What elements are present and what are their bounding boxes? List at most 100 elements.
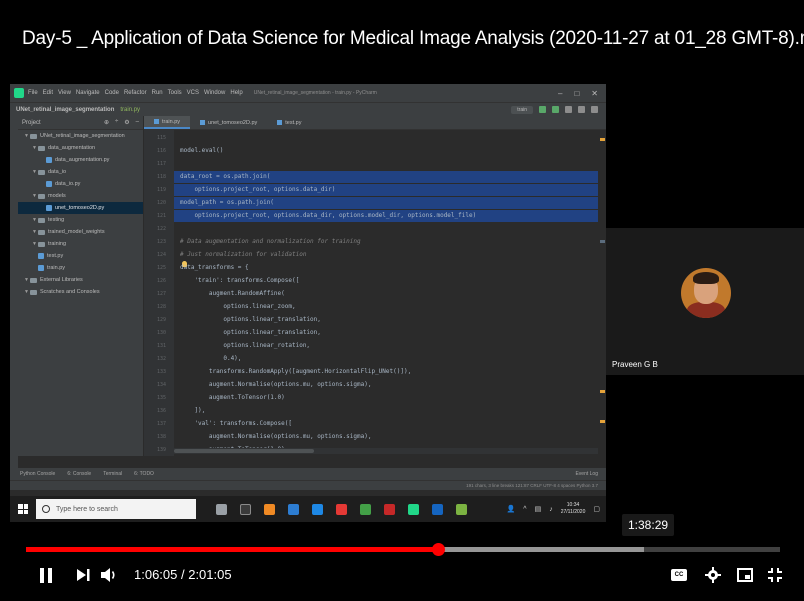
tree-folder[interactable]: ▼ data_io xyxy=(18,166,143,178)
code-line[interactable]: data_transforms = { xyxy=(174,262,598,274)
tree-folder[interactable]: ▼ External Libraries xyxy=(18,274,143,286)
event-log-button[interactable]: Event Log xyxy=(575,471,606,477)
code-line[interactable]: options.linear_zoom, xyxy=(174,301,598,313)
code-line[interactable]: options.linear_translation, xyxy=(174,327,598,339)
progress-bar[interactable] xyxy=(26,543,780,556)
scrubber-handle[interactable] xyxy=(431,543,445,556)
tree-folder[interactable]: ▼ trained_model_weights xyxy=(18,226,143,238)
warning-marker[interactable] xyxy=(600,420,605,423)
warning-marker[interactable] xyxy=(600,138,605,141)
app-icon[interactable] xyxy=(312,503,323,515)
code-line[interactable]: augment.Normalise(options.mu, options.si… xyxy=(174,379,598,391)
debug-icon[interactable] xyxy=(552,106,559,113)
terminal-button[interactable]: Terminal xyxy=(103,471,122,477)
project-panel-title[interactable]: Project xyxy=(22,120,41,126)
horizontal-scrollbar[interactable] xyxy=(174,448,598,454)
console-button[interactable]: 6: Console xyxy=(67,471,91,477)
video-player[interactable]: Day-5 _ Application of Data Science for … xyxy=(0,0,804,601)
code-line[interactable]: augment.ToTensor(1.0) xyxy=(174,392,598,404)
tree-folder[interactable]: ▼ data_augmentation xyxy=(18,142,143,154)
mic-icon[interactable] xyxy=(216,503,227,515)
todo-button[interactable]: 6: TODO xyxy=(134,471,154,477)
menu-tools[interactable]: Tools xyxy=(168,90,182,96)
code-line[interactable]: # Just normalization for validation xyxy=(174,249,598,261)
warning-marker[interactable] xyxy=(600,390,605,393)
code-line[interactable]: 'val': transforms.Compose([ xyxy=(174,418,598,430)
code-line[interactable]: model.eval() xyxy=(174,145,598,157)
menu-file[interactable]: File xyxy=(28,90,38,96)
tab-test-py[interactable]: test.py xyxy=(267,116,311,129)
code-line[interactable]: augment.Normalise(options.mu, options.si… xyxy=(174,431,598,443)
locate-icon[interactable]: ⊕ xyxy=(104,119,109,126)
app-icon[interactable] xyxy=(456,503,467,515)
app-icon[interactable] xyxy=(384,503,395,515)
volume-icon[interactable]: ♪ xyxy=(549,506,553,513)
code-line[interactable]: options.linear_translation, xyxy=(174,314,598,326)
code-editor[interactable]: model.eval() data_root = os.path.join( op… xyxy=(174,130,598,456)
miniplayer-icon[interactable] xyxy=(736,560,754,590)
menu-view[interactable]: View xyxy=(58,90,71,96)
menu-vcs[interactable]: VCS xyxy=(187,90,199,96)
code-line[interactable]: transforms.RandomApply([augment.Horizont… xyxy=(174,366,598,378)
menu-edit[interactable]: Edit xyxy=(43,90,53,96)
code-line[interactable]: options.project_root, options.data_dir, … xyxy=(174,210,598,222)
captions-icon[interactable]: CC xyxy=(670,560,688,590)
code-line[interactable] xyxy=(174,132,598,144)
tree-file[interactable]: data_augmentation.py xyxy=(18,154,143,166)
network-icon[interactable]: ▤ xyxy=(535,505,542,513)
tree-folder[interactable]: ▼ testing xyxy=(18,214,143,226)
code-line[interactable]: model_path = os.path.join( xyxy=(174,197,598,209)
tab-unet-tomoseo2d-py[interactable]: unet_tomoseo2D.py xyxy=(190,116,267,129)
gear-icon[interactable]: ⚙ xyxy=(124,119,129,126)
search-everywhere-icon[interactable] xyxy=(591,106,598,113)
tree-folder[interactable]: ▼ Scratches and Consoles xyxy=(18,286,143,298)
chevron-up-icon[interactable]: ^ xyxy=(523,506,526,513)
code-line[interactable] xyxy=(174,223,598,235)
tree-file[interactable]: train.py xyxy=(18,262,143,274)
tree-file[interactable]: unet_tomoseo2D.py xyxy=(18,202,143,214)
stop-icon[interactable] xyxy=(578,106,585,113)
menu-run[interactable]: Run xyxy=(152,90,163,96)
code-line[interactable] xyxy=(174,158,598,170)
breadcrumb-project[interactable]: UNet_retinal_image_segmentation xyxy=(16,107,114,113)
run-icon[interactable] xyxy=(539,106,546,113)
code-line[interactable]: augment.RandomAffine( xyxy=(174,288,598,300)
tree-file[interactable]: test.py xyxy=(18,250,143,262)
hide-icon[interactable]: – xyxy=(136,119,139,126)
taskbar-search[interactable]: Type here to search xyxy=(36,499,196,519)
system-clock[interactable]: 10:34 27/11/2020 xyxy=(561,502,586,516)
code-line[interactable]: 'train': transforms.Compose([ xyxy=(174,275,598,287)
code-line[interactable]: # Data augmentation and normalization fo… xyxy=(174,236,598,248)
gear-icon[interactable] xyxy=(704,560,722,590)
maximize-icon[interactable]: □ xyxy=(574,89,579,98)
collapse-icon[interactable]: ÷ xyxy=(115,119,118,126)
code-line[interactable]: ]), xyxy=(174,405,598,417)
code-line[interactable]: options.linear_rotation, xyxy=(174,340,598,352)
tree-folder[interactable]: ▼ training xyxy=(18,238,143,250)
volume-icon[interactable] xyxy=(100,560,118,590)
notification-icon[interactable]: ▢ xyxy=(593,505,600,513)
file-explorer-icon[interactable] xyxy=(288,503,299,515)
menu-window[interactable]: Window xyxy=(204,90,225,96)
menu-code[interactable]: Code xyxy=(105,90,119,96)
minimize-icon[interactable]: – xyxy=(558,89,562,98)
breadcrumb-file[interactable]: train.py xyxy=(120,107,140,113)
windows-start-icon[interactable] xyxy=(18,504,28,514)
coverage-icon[interactable] xyxy=(565,106,572,113)
next-icon[interactable] xyxy=(76,560,90,590)
tree-file[interactable]: data_io.py xyxy=(18,178,143,190)
code-line[interactable]: data_root = os.path.join( xyxy=(174,171,598,183)
scroll-thumb[interactable] xyxy=(174,449,314,453)
python-console-button[interactable]: Python Console xyxy=(20,471,55,477)
editor-scrollbar[interactable] xyxy=(598,130,606,456)
person-icon[interactable]: 👤 xyxy=(507,505,516,513)
fullscreen-icon[interactable] xyxy=(766,560,784,590)
pycharm-taskbar-icon[interactable] xyxy=(408,503,419,515)
chrome-icon[interactable] xyxy=(336,503,347,515)
app-icon[interactable] xyxy=(432,503,443,515)
app-icon[interactable] xyxy=(264,503,275,515)
tree-folder[interactable]: ▼ UNet_retinal_image_segmentation xyxy=(18,130,143,142)
menu-refactor[interactable]: Refactor xyxy=(124,90,147,96)
code-line[interactable]: 0.4), xyxy=(174,353,598,365)
pause-icon[interactable] xyxy=(38,560,54,590)
